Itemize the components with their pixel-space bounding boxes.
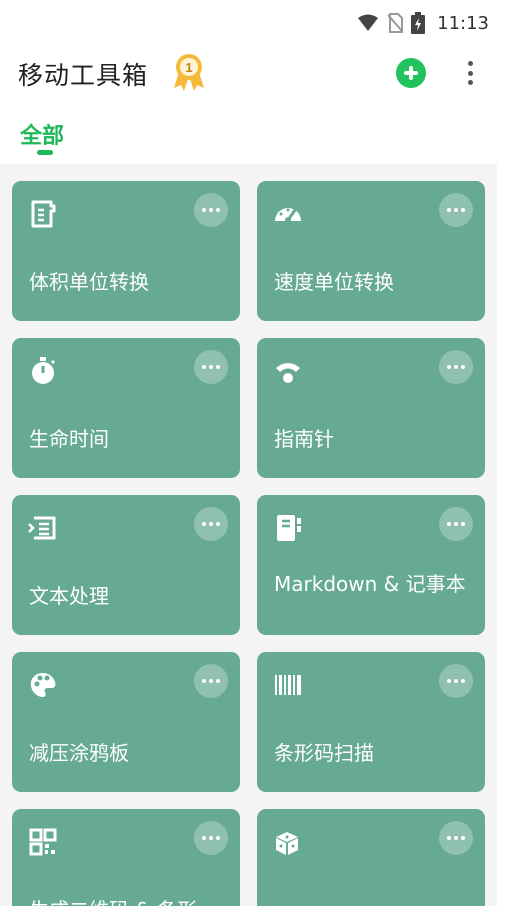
overflow-menu-button[interactable] [460,58,480,88]
barcode-icon [275,675,301,695]
tool-card[interactable]: 条形码扫描 [257,652,485,792]
tool-label: 体积单位转换 [29,270,149,294]
wifi-signal-icon [276,363,300,383]
badge-number: 1 [185,60,192,75]
card-more-button[interactable] [439,664,473,698]
tool-card[interactable]: 文本处理 [12,495,240,635]
card-more-button[interactable] [194,821,228,855]
tool-label: Markdown & 记事本 [274,572,466,596]
tool-grid: 体积单位转换 速度单位转换 生命时间 指南针 文本处理 Markdown & 记… [0,164,497,906]
app-title: 移动工具箱 [18,61,149,90]
tool-card[interactable]: 生命时间 [12,338,240,478]
tab-all[interactable]: 全部 [20,118,64,150]
tool-card[interactable]: 指南针 [257,338,485,478]
speedometer-icon [275,208,301,223]
tool-label: 减压涂鸦板 [29,741,129,765]
card-more-button[interactable] [439,350,473,384]
tool-label: 生成二维码 & 条形 [29,898,229,906]
battery-charging-icon [411,12,426,34]
no-sim-icon [387,13,404,33]
stopwatch-icon [32,357,56,384]
tool-card[interactable]: 体积单位转换 [12,181,240,321]
wifi-icon [358,14,379,31]
tool-label: 生命时间 [29,427,109,451]
tool-card[interactable]: 减压涂鸦板 [12,652,240,792]
status-bar: 11:13 [0,0,505,48]
card-more-button[interactable] [194,507,228,541]
qr-code-icon [29,828,57,856]
tool-label: 指南针 [274,427,334,451]
card-more-button[interactable] [194,664,228,698]
card-more-button[interactable] [439,821,473,855]
tool-label: 条形码扫描 [274,741,374,765]
notebook-icon [277,515,301,541]
tab-indicator [37,150,53,155]
tool-card[interactable] [257,809,485,906]
tool-label: 文本处理 [29,584,109,608]
tab-bar: 全部 [0,110,505,162]
card-more-button[interactable] [194,193,228,227]
status-time: 11:13 [437,12,489,34]
add-button[interactable] [396,58,426,88]
tool-label: 速度单位转换 [274,270,394,294]
text-edit-icon [28,516,56,540]
palette-icon [30,673,56,697]
card-more-button[interactable] [439,193,473,227]
tool-card[interactable]: Markdown & 记事本 [257,495,485,635]
card-more-button[interactable] [194,350,228,384]
tool-card[interactable]: 生成二维码 & 条形 [12,809,240,906]
card-more-button[interactable] [439,507,473,541]
status-icons: 11:13 [357,12,489,34]
dice-icon [276,832,298,855]
award-badge-icon[interactable]: 1 [170,52,208,92]
measuring-cup-icon [31,200,56,228]
tool-card[interactable]: 速度单位转换 [257,181,485,321]
app-bar: 移动工具箱 1 [0,48,505,100]
